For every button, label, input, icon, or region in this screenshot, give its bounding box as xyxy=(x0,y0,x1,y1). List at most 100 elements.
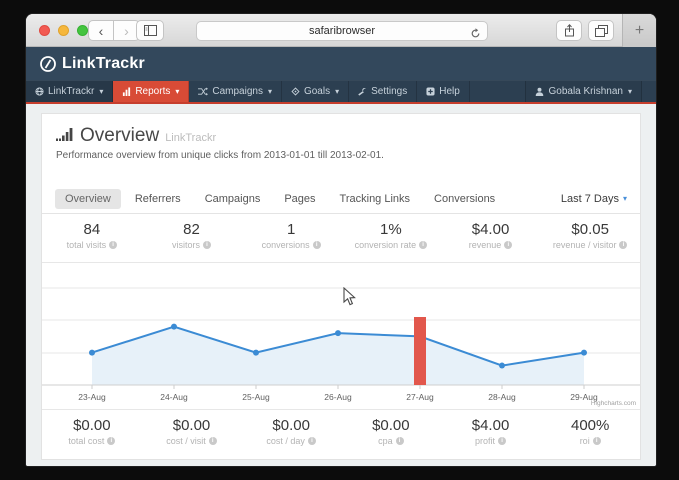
stat-label: roi xyxy=(580,436,590,446)
globe-icon xyxy=(35,87,44,96)
card-header: Overview LinkTrackr Performance overview… xyxy=(42,114,640,174)
nav-item-campaigns[interactable]: Campaigns xyxy=(189,81,282,102)
share-button[interactable] xyxy=(556,20,582,41)
nav-label: Campaigns xyxy=(212,86,263,97)
stat-value: 82 xyxy=(142,221,242,238)
stat-revenue: $4.00 revenue xyxy=(441,214,541,262)
stat-label: conversions xyxy=(262,240,310,250)
svg-text:27-Aug: 27-Aug xyxy=(406,392,434,402)
stat-value: $4.00 xyxy=(441,221,541,238)
stat-label: revenue xyxy=(469,240,502,250)
stat-revenue-visitor: $0.05 revenue / visitor xyxy=(540,214,640,262)
stat-cpa: $0.00 cpa xyxy=(341,410,441,459)
tab-tracking-links[interactable]: Tracking Links xyxy=(330,189,421,209)
main-nav: LinkTrackr Reports Campaigns xyxy=(26,80,656,102)
date-range-selector[interactable]: Last 7 Days xyxy=(561,193,627,205)
tab-campaigns[interactable]: Campaigns xyxy=(195,189,271,209)
tab-conversions[interactable]: Conversions xyxy=(424,189,505,209)
caret-down-icon xyxy=(175,88,179,96)
stat-value: 1% xyxy=(341,221,441,238)
report-tabs: Overview Referrers Campaigns Pages Track… xyxy=(42,174,640,214)
page-title-suffix: LinkTrackr xyxy=(165,132,216,144)
new-tab-button[interactable]: + xyxy=(622,14,656,47)
url-text: safaribrowser xyxy=(309,25,375,37)
diamond-icon xyxy=(291,87,300,96)
user-icon xyxy=(535,87,544,96)
info-icon[interactable] xyxy=(498,437,506,445)
nav-label: Settings xyxy=(371,86,407,97)
caret-down-icon xyxy=(99,88,103,96)
stat-label: profit xyxy=(475,436,495,446)
tabs-icon xyxy=(595,25,608,37)
overview-card: Overview LinkTrackr Performance overview… xyxy=(41,113,641,460)
info-icon[interactable] xyxy=(593,437,601,445)
date-range-label: Last 7 Days xyxy=(561,193,619,205)
minimize-button[interactable] xyxy=(58,25,69,36)
nav-item-help[interactable]: Help xyxy=(417,81,470,102)
info-icon[interactable] xyxy=(313,241,321,249)
stat-profit: $4.00 profit xyxy=(441,410,541,459)
shuffle-icon xyxy=(198,87,208,96)
caret-down-icon xyxy=(268,88,272,96)
info-icon[interactable] xyxy=(203,241,211,249)
stat-value: 1 xyxy=(241,221,341,238)
info-icon[interactable] xyxy=(419,241,427,249)
info-icon[interactable] xyxy=(308,437,316,445)
stat-label: cost / day xyxy=(266,436,305,446)
sidebar-toggle-button[interactable] xyxy=(136,20,164,41)
svg-text:24-Aug: 24-Aug xyxy=(160,392,188,402)
refresh-icon[interactable] xyxy=(470,26,481,44)
stats-row-bottom: $0.00 total cost $0.00 cost / visit $0.0… xyxy=(42,409,640,459)
traffic-lights xyxy=(39,25,88,36)
nav-item-linktrackr[interactable]: LinkTrackr xyxy=(26,81,113,102)
back-button[interactable]: ‹ xyxy=(88,20,114,41)
tab-referrers[interactable]: Referrers xyxy=(125,189,191,209)
linktrackr-logo-icon xyxy=(39,55,57,73)
stat-cost-day: $0.00 cost / day xyxy=(241,410,341,459)
tab-pages[interactable]: Pages xyxy=(274,189,325,209)
share-icon xyxy=(564,24,575,37)
zoom-button[interactable] xyxy=(77,25,88,36)
nav-item-goals[interactable]: Goals xyxy=(282,81,349,102)
page-subtitle: Performance overview from unique clicks … xyxy=(56,150,626,161)
stat-value: $0.00 xyxy=(42,417,142,434)
stat-label: revenue / visitor xyxy=(553,240,617,250)
stats-row-top: 84 total visits 82 visitors 1 conversion… xyxy=(42,214,640,263)
stat-value: $0.00 xyxy=(142,417,242,434)
info-icon[interactable] xyxy=(107,437,115,445)
stat-label: cost / visit xyxy=(166,436,206,446)
address-bar[interactable]: safaribrowser xyxy=(196,21,488,41)
site-masthead: LinkTrackr xyxy=(26,47,656,80)
nav-label: LinkTrackr xyxy=(48,86,94,97)
nav-item-reports[interactable]: Reports xyxy=(113,81,189,102)
stat-label: conversion rate xyxy=(355,240,417,250)
tab-overview[interactable]: Overview xyxy=(55,189,121,209)
nav-item-settings[interactable]: Settings xyxy=(349,81,417,102)
stat-total-visits: 84 total visits xyxy=(42,214,142,262)
info-icon[interactable] xyxy=(396,437,404,445)
info-icon[interactable] xyxy=(504,241,512,249)
user-name: Gobala Krishnan xyxy=(548,86,623,97)
chart-credit[interactable]: Highcharts.com xyxy=(591,400,636,407)
visits-chart[interactable]: 23-Aug24-Aug25-Aug26-Aug27-Aug28-Aug29-A… xyxy=(42,263,640,409)
nav-label: Help xyxy=(439,86,460,97)
stat-value: 400% xyxy=(540,417,640,434)
show-tabs-button[interactable] xyxy=(588,20,614,41)
close-button[interactable] xyxy=(39,25,50,36)
stat-visitors: 82 visitors xyxy=(142,214,242,262)
brand-name: LinkTrackr xyxy=(62,55,145,73)
stat-cost-visit: $0.00 cost / visit xyxy=(142,410,242,459)
svg-text:28-Aug: 28-Aug xyxy=(488,392,516,402)
stat-value: $0.05 xyxy=(540,221,640,238)
user-menu[interactable]: Gobala Krishnan xyxy=(525,81,642,102)
stat-conversion-rate: 1% conversion rate xyxy=(341,214,441,262)
caret-down-icon xyxy=(628,88,632,96)
svg-text:26-Aug: 26-Aug xyxy=(324,392,352,402)
nav-label: Goals xyxy=(304,86,330,97)
info-icon[interactable] xyxy=(109,241,117,249)
nav-label: Reports xyxy=(135,86,170,97)
info-icon[interactable] xyxy=(619,241,627,249)
stat-label: cpa xyxy=(378,436,393,446)
info-icon[interactable] xyxy=(209,437,217,445)
stat-label: total cost xyxy=(68,436,104,446)
